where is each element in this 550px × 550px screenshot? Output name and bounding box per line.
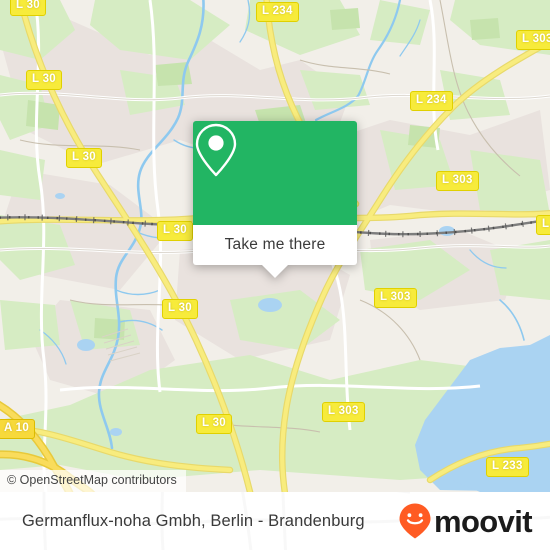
popup-action-area[interactable]: Take me there (193, 225, 357, 265)
road-shield: L 234 (410, 91, 453, 111)
road-shield: L 30 (26, 70, 63, 90)
moovit-wordmark: moovit (433, 503, 533, 539)
popup-tail (262, 265, 288, 278)
osm-attribution[interactable]: © OpenStreetMap contributors (0, 470, 186, 492)
popup-icon-area (193, 121, 357, 225)
moovit-map-screenshot: L 30 L 234 L 303 L 30 L 234 L 30 L 303 L 30 L L 3… (0, 0, 550, 550)
popup-label: Take me there (224, 236, 326, 253)
road-shield: L 303 (516, 30, 550, 50)
road-shield: L 30 (157, 221, 194, 241)
road-shield: L 234 (256, 2, 299, 22)
footer-bar: Germanflux-noha Gmbh, Berlin - Brandenbu… (0, 492, 550, 550)
moovit-logo[interactable]: moovit (398, 492, 533, 550)
road-shield: A 10 (0, 419, 36, 439)
road-shield: L 30 (162, 299, 199, 319)
road-shield: L 303 (436, 171, 479, 191)
moovit-pin-icon (399, 503, 431, 539)
road-shield: L (536, 215, 550, 235)
location-title: Germanflux-noha Gmbh, Berlin - Brandenbu… (22, 511, 365, 530)
road-shield: L 30 (196, 414, 233, 434)
road-shield: L 30 (10, 0, 47, 16)
road-shield: L 233 (486, 457, 529, 477)
road-shield: L 30 (66, 148, 103, 168)
road-shield: L 303 (322, 402, 365, 422)
map-pin-icon (195, 123, 237, 177)
road-shield: L 303 (374, 288, 417, 308)
map-canvas[interactable]: L 30 L 234 L 303 L 30 L 234 L 30 L 303 L 30 L L 3… (0, 0, 550, 492)
take-me-there-popup[interactable]: Take me there (193, 121, 357, 278)
